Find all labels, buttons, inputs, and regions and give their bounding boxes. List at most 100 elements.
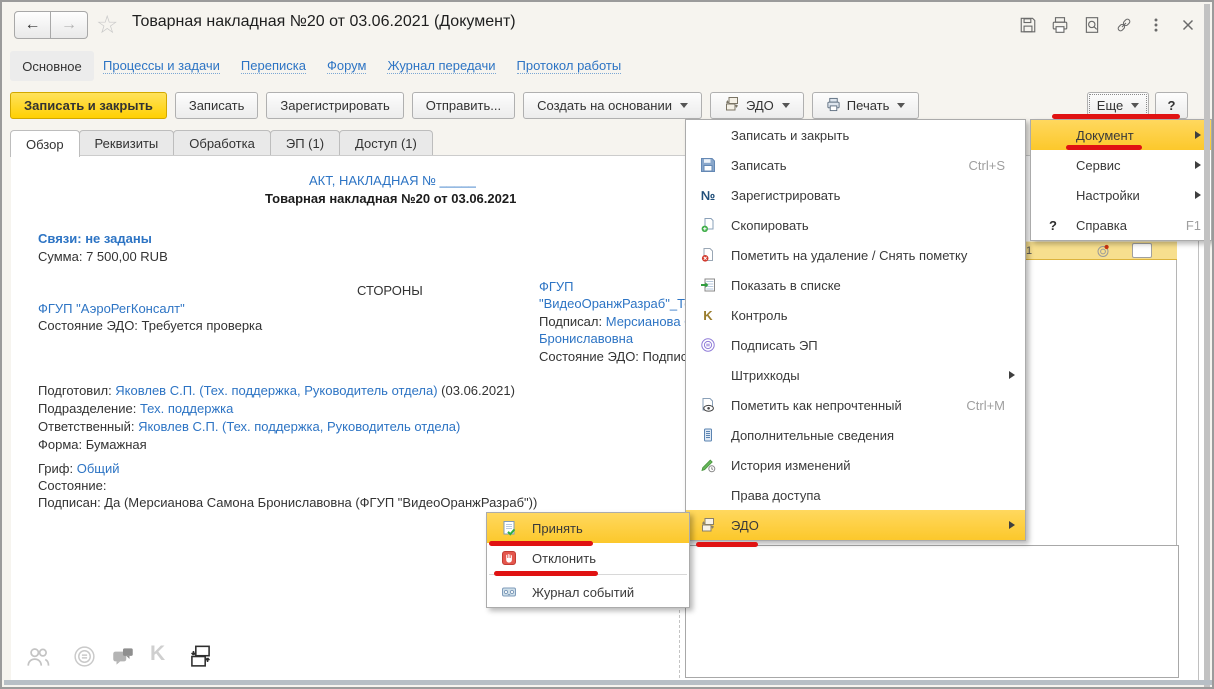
tab-access[interactable]: Доступ (1) <box>339 130 433 155</box>
favorite-star-icon[interactable]: ☆ <box>96 10 118 40</box>
prepared-by-link[interactable]: Яковлев С.П. (Тех. поддержка, Руководите… <box>115 383 437 398</box>
window-icon-bar <box>1017 15 1198 35</box>
signed-by-link-line2[interactable]: Брониславовна <box>539 331 633 346</box>
party-right-name-line1[interactable]: ФГУП <box>539 279 574 294</box>
menu-item-save[interactable]: Записать Ctrl+S <box>686 150 1025 180</box>
side-panel-body <box>685 545 1179 678</box>
menu-item-mark-deletion[interactable]: Пометить на удаление / Снять пометку <box>686 240 1025 270</box>
chat-icon[interactable] <box>110 644 136 670</box>
nav-item-work-protocol[interactable]: Протокол работы <box>516 58 622 74</box>
register-button[interactable]: Зарегистрировать <box>266 92 404 119</box>
people-icon[interactable] <box>25 644 51 670</box>
signed-line: Подписан: Да (Мерсианова Самона Бронисла… <box>38 495 538 510</box>
save-and-close-button[interactable]: Записать и закрыть <box>10 92 167 119</box>
send-button[interactable]: Отправить... <box>411 92 516 119</box>
window-frame-bottom <box>4 680 1212 685</box>
page-title: Товарная накладная №20 от 03.06.2021 (До… <box>132 13 516 30</box>
sign-ep-icon <box>698 337 718 354</box>
forward-button[interactable]: → <box>51 11 88 39</box>
tab-requisites[interactable]: Реквизиты <box>78 130 175 155</box>
create-based-on-button[interactable]: Создать на основании <box>523 92 702 119</box>
print-button[interactable]: Печать <box>811 92 920 119</box>
more-dots-icon[interactable] <box>1145 15 1166 35</box>
document-submenu: Записать и закрыть Записать Ctrl+S № Зар… <box>685 119 1026 541</box>
nav-links: Процессы и задачи Переписка Форум Журнал… <box>103 58 622 74</box>
submenu-arrow-icon <box>1195 131 1201 139</box>
annotation-underline-document <box>1066 145 1142 150</box>
nav-item-transfer-log[interactable]: Журнал передачи <box>387 58 496 74</box>
side-scrollbar-track[interactable] <box>1198 241 1199 684</box>
menu-item-barcodes[interactable]: Штрихкоды <box>686 360 1025 390</box>
menu-item-save-and-close[interactable]: Записать и закрыть <box>686 120 1025 150</box>
party-right-name-line2[interactable]: "ВидеоОранжРазраб"_Те <box>539 296 692 311</box>
party-left-name[interactable]: ФГУП "АэроРегКонсалт" <box>38 301 185 316</box>
nav-item-processes[interactable]: Процессы и задачи <box>103 58 220 74</box>
responsible-line: Ответственный: Яковлев С.П. (Тех. поддер… <box>38 419 461 434</box>
menu-item-accept[interactable]: Принять <box>487 513 689 543</box>
department-line: Подразделение: Тех. поддержка <box>38 401 234 416</box>
decline-icon <box>499 550 519 567</box>
blank-icon <box>698 367 718 384</box>
nav-item-correspondence[interactable]: Переписка <box>240 58 306 74</box>
menu-item-settings[interactable]: Настройки <box>1031 180 1211 210</box>
act-header-link[interactable]: АКТ, НАКЛАДНАЯ № _____ <box>309 173 476 188</box>
close-icon[interactable] <box>1177 15 1198 35</box>
blank-icon <box>1043 187 1063 204</box>
menu-item-access-rights[interactable]: Права доступа <box>686 480 1025 510</box>
back-button[interactable]: ← <box>14 11 51 39</box>
snail-marker-icon[interactable] <box>1095 243 1111 262</box>
submenu-arrow-icon <box>1009 521 1015 529</box>
submenu-arrow-icon <box>1195 161 1201 169</box>
edo-submenu: Принять Отклонить Журнал событий <box>486 512 690 608</box>
blank-icon <box>698 487 718 504</box>
tab-overview[interactable]: Обзор <box>10 130 80 157</box>
unread-icon <box>698 397 718 414</box>
nav-item-forum[interactable]: Форум <box>326 58 367 74</box>
submenu-arrow-icon <box>1195 191 1201 199</box>
window-frame-right <box>1204 4 1210 687</box>
stamp-icon[interactable] <box>72 644 98 670</box>
save-icon[interactable] <box>1017 15 1038 35</box>
save-button[interactable]: Записать <box>174 92 259 119</box>
menu-item-decline[interactable]: Отклонить <box>487 543 689 573</box>
party-right-edo-state: Состояние ЭДО: Подпис <box>539 348 688 364</box>
link-icon[interactable] <box>1113 15 1134 35</box>
more-menu: Документ Сервис Настройки ? Справка F1 <box>1030 119 1212 241</box>
menu-item-edo[interactable]: ЭДО <box>686 510 1025 540</box>
back-arrow-icon: ← <box>24 16 41 33</box>
links-line[interactable]: Связи: не заданы <box>38 231 152 246</box>
grif-link[interactable]: Общий <box>77 461 120 476</box>
nav-item-main[interactable]: Основное <box>10 51 94 81</box>
chevron-down-icon <box>897 103 906 108</box>
side-panel-header: 1 <box>1022 241 1177 260</box>
show-in-list-icon <box>698 277 718 294</box>
responsible-link[interactable]: Яковлев С.П. (Тех. поддержка, Руководите… <box>138 419 460 434</box>
menu-item-copy[interactable]: Скопировать <box>686 210 1025 240</box>
tab-processing[interactable]: Обработка <box>173 130 271 155</box>
menu-item-sign-ep[interactable]: Подписать ЭП <box>686 330 1025 360</box>
party-left-edo-state: Состояние ЭДО: Требуется проверка <box>38 318 263 333</box>
side-panel-header-text: 1 <box>1026 244 1033 257</box>
menu-item-register[interactable]: № Зарегистрировать <box>686 180 1025 210</box>
control-icon[interactable]: K <box>150 642 176 668</box>
menu-item-show-in-list[interactable]: Показать в списке <box>686 270 1025 300</box>
menu-item-help[interactable]: ? Справка F1 <box>1031 210 1211 240</box>
menu-item-event-log[interactable]: Журнал событий <box>487 577 689 607</box>
state-line: Состояние: <box>38 478 107 493</box>
preview-icon[interactable] <box>1081 15 1102 35</box>
edo-button[interactable]: ЭДО <box>709 92 804 119</box>
menu-item-mark-unread[interactable]: Пометить как непрочтенный Ctrl+M <box>686 390 1025 420</box>
department-link[interactable]: Тех. поддержка <box>140 401 233 416</box>
menu-item-service[interactable]: Сервис <box>1031 150 1211 180</box>
blank-icon <box>698 127 718 144</box>
print-icon[interactable] <box>1049 15 1070 35</box>
document-title: Товарная накладная №20 от 03.06.2021 <box>265 191 517 206</box>
menu-item-change-history[interactable]: История изменений <box>686 450 1025 480</box>
menu-item-additional-info[interactable]: Дополнительные сведения <box>686 420 1025 450</box>
tab-ep[interactable]: ЭП (1) <box>269 130 341 155</box>
menu-item-control[interactable]: K Контроль <box>686 300 1025 330</box>
edo-exchange-icon[interactable] <box>188 644 214 670</box>
chevron-down-icon <box>679 103 688 108</box>
side-panel-checkbox[interactable] <box>1132 243 1152 258</box>
blank-icon <box>1043 127 1063 144</box>
